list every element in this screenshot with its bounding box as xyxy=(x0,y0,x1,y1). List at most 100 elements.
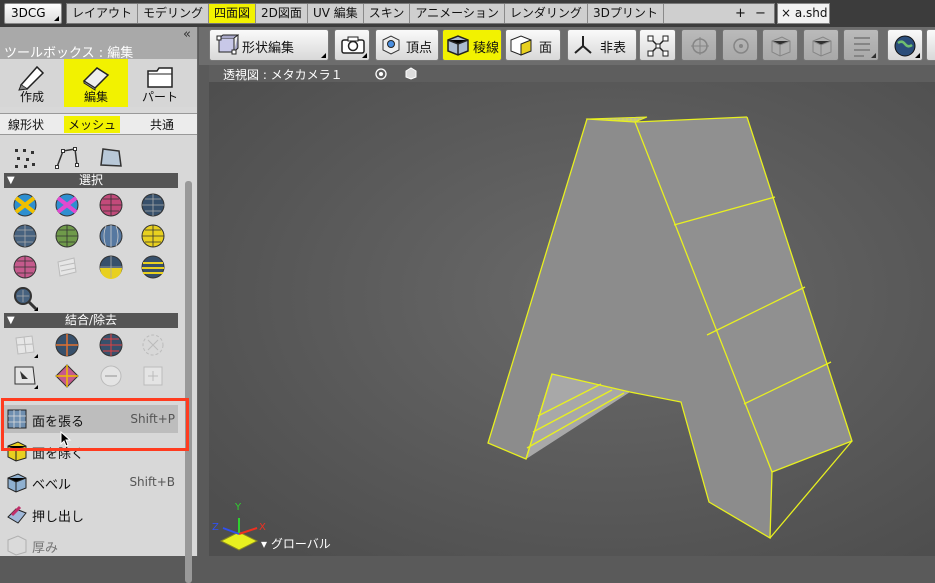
remove-tab-button[interactable]: − xyxy=(755,4,766,23)
more-toolbar-button[interactable] xyxy=(926,29,935,61)
merge-faces-dim-icon[interactable] xyxy=(12,332,38,358)
snap-button[interactable] xyxy=(639,29,676,61)
merge-globe-icon[interactable] xyxy=(54,332,80,358)
select-globe-yellow-icon[interactable] xyxy=(140,223,166,249)
mode-create[interactable]: 作成 xyxy=(0,59,64,107)
viewport-canvas[interactable]: Y X Z xyxy=(209,82,935,556)
box-transform-icon xyxy=(812,36,832,57)
select-globe-bands-icon[interactable] xyxy=(140,254,166,280)
pen-icon xyxy=(18,65,45,91)
snap-tree-icon xyxy=(647,35,669,57)
extrude-icon xyxy=(7,505,27,524)
select-globe-half-icon[interactable] xyxy=(98,254,124,280)
menu-bevel-label: ベベル xyxy=(32,478,72,493)
tab-animation[interactable]: アニメーション xyxy=(410,4,505,23)
menu-extrude[interactable]: 押し出し xyxy=(2,500,178,528)
file-tab[interactable]: × a.shd xyxy=(777,3,830,24)
delete-vertex-icon[interactable] xyxy=(12,363,38,389)
tab-layout[interactable]: レイアウト xyxy=(67,4,139,23)
dropdown-corner-icon xyxy=(871,53,876,58)
mode-edit-label: 編集 xyxy=(83,90,108,104)
mode-part[interactable]: パート xyxy=(128,59,192,107)
subtab-line-shape[interactable]: 線形状 xyxy=(8,116,44,133)
search-select-icon[interactable] xyxy=(12,285,38,311)
select-globe-icon[interactable] xyxy=(12,223,38,249)
dropdown-corner-icon xyxy=(362,53,367,58)
coordinate-system-dropdown[interactable]: ▾ グローバル xyxy=(261,535,331,552)
remove-dim-icon[interactable] xyxy=(98,363,124,389)
app-menu-button[interactable]: 3DCG xyxy=(4,3,62,24)
thickness-icon xyxy=(7,535,27,556)
vertex-points-icon[interactable] xyxy=(12,145,38,171)
render-globe-button[interactable] xyxy=(887,29,923,61)
bevel-icon xyxy=(7,473,27,493)
axis-y-label: Y xyxy=(234,502,242,513)
tab-3d-print[interactable]: 3Dプリント xyxy=(588,4,664,23)
list-button[interactable] xyxy=(843,29,879,61)
mode-edit[interactable]: 編集 xyxy=(64,59,128,107)
subtab-mesh[interactable]: メッシュ xyxy=(64,116,121,133)
select-invert-icon[interactable] xyxy=(54,192,80,218)
main-toolbar: 形状編集 頂点 稜線 面 非表 xyxy=(199,27,935,65)
select-globe-blue-icon[interactable] xyxy=(98,223,124,249)
top-tab-bar: 3DCG レイアウト モデリング 四面図 2D図面 UV 編集 スキン アニメー… xyxy=(0,0,935,27)
select-globe-red-icon[interactable] xyxy=(98,192,124,218)
select-globe-pink-icon[interactable] xyxy=(12,254,38,280)
select-globe-green-icon[interactable] xyxy=(54,223,80,249)
toolbox-scrollbar[interactable] xyxy=(185,181,192,583)
select-globe-dark-icon[interactable] xyxy=(140,192,166,218)
menu-thickness[interactable]: 厚み xyxy=(2,531,178,559)
highlight-box xyxy=(1,398,189,451)
toolbox-mode-tabs: 作成 編集 パート xyxy=(0,59,197,107)
camera-button[interactable] xyxy=(334,29,370,61)
polygon-icon[interactable] xyxy=(98,145,124,171)
globe-icon xyxy=(894,35,916,57)
shape-edit-icon xyxy=(216,34,239,55)
polyline-icon[interactable] xyxy=(54,145,80,171)
tab-2d-drawing[interactable]: 2D図面 xyxy=(256,4,308,23)
camera-icon xyxy=(341,36,365,54)
box-transform-button[interactable] xyxy=(803,29,839,61)
face-mode-button[interactable]: 面 xyxy=(505,29,561,61)
hide-label: 非表 xyxy=(600,41,627,56)
mouse-cursor-icon xyxy=(60,431,72,447)
crosshair-button[interactable] xyxy=(681,29,717,61)
rotate-button[interactable] xyxy=(722,29,758,61)
rotate-icon xyxy=(733,38,749,54)
crosshair-icon xyxy=(691,37,709,55)
face-mode-label: 面 xyxy=(539,41,553,56)
vertex-mode-button[interactable]: 頂点 xyxy=(375,29,439,61)
menu-bevel[interactable]: ベベル Shift+B xyxy=(2,468,178,496)
tab-modeling[interactable]: モデリング xyxy=(138,4,210,23)
close-file-icon[interactable]: × xyxy=(781,6,791,20)
cleanup-dim-icon[interactable] xyxy=(140,363,166,389)
collapse-panel-icon[interactable]: « xyxy=(183,27,191,42)
box-button[interactable] xyxy=(762,29,798,61)
hide-button[interactable]: 非表 xyxy=(567,29,637,61)
tab-four-view[interactable]: 四面図 xyxy=(209,4,257,23)
merge-globe-red-icon[interactable] xyxy=(98,332,124,358)
add-tab-button[interactable]: + xyxy=(735,4,746,23)
toolbox-panel: « ツールボックス : 編集 作成 編集 パート 線形状 メッシュ 共通 ▼ 選… xyxy=(0,27,198,583)
merge-dim-icon[interactable] xyxy=(140,332,166,358)
expand-triangle-icon: ▼ xyxy=(7,315,15,326)
tab-rendering[interactable]: レンダリング xyxy=(505,4,588,23)
perspective-viewport[interactable]: 透視図 : メタカメラ１ Y X Z ▾ グローバル xyxy=(209,65,935,556)
edge-mode-button[interactable]: 稜線 xyxy=(442,29,502,61)
viewport-title-bar: 透視図 : メタカメラ１ xyxy=(209,65,935,82)
shading-cube-icon[interactable] xyxy=(404,67,417,80)
tab-uv-edit[interactable]: UV 編集 xyxy=(308,4,364,23)
folder-icon xyxy=(147,67,173,88)
select-all-icon[interactable] xyxy=(12,192,38,218)
tab-skin[interactable]: スキン xyxy=(364,4,411,23)
viewport-title[interactable]: 透視図 : メタカメラ１ xyxy=(223,66,343,83)
target-icon[interactable] xyxy=(375,68,387,80)
section-select-header[interactable]: ▼ 選択 xyxy=(4,173,178,188)
merge-vertices-icon[interactable] xyxy=(54,363,80,389)
section-merge-label: 結合/除去 xyxy=(64,313,118,327)
section-merge-header[interactable]: ▼ 結合/除去 xyxy=(4,313,178,328)
shape-edit-button[interactable]: 形状編集 xyxy=(209,29,329,61)
subtab-common[interactable]: 共通 xyxy=(150,116,174,133)
select-faces-dim-icon[interactable] xyxy=(54,254,80,280)
face-cube-icon xyxy=(510,35,532,56)
